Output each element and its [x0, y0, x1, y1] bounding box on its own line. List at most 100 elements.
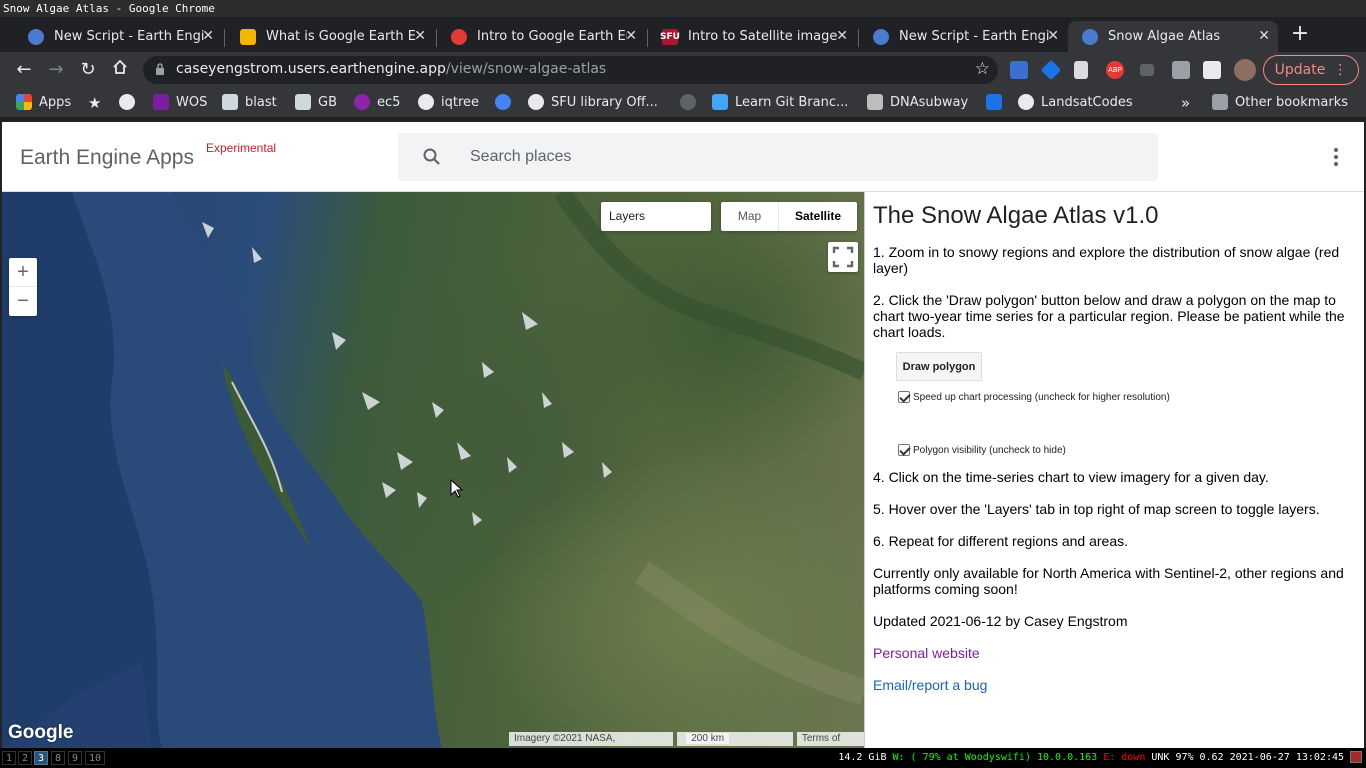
search-input[interactable]	[470, 145, 1130, 169]
earth-engine-icon	[873, 28, 889, 45]
close-icon[interactable]: ✕	[1047, 28, 1059, 44]
tray-icon[interactable]	[1350, 751, 1362, 763]
other-bookmarks[interactable]: Other bookmarks	[1212, 94, 1348, 110]
workspace-button[interactable]: 2	[18, 751, 32, 765]
scale-bar[interactable]: 200 km	[677, 732, 793, 746]
extension-icon[interactable]	[1172, 61, 1190, 79]
layers-dropdown[interactable]: Layers	[601, 202, 711, 231]
home-icon	[113, 59, 127, 74]
bookmark-globe[interactable]	[119, 94, 142, 110]
bookmarks-bar: Apps ★ WOS blast GB ec5 iqtree SFU libra…	[0, 88, 1366, 118]
bookmark-star[interactable]: ★	[88, 94, 101, 112]
speedup-checkbox[interactable]	[898, 391, 910, 403]
bookmark-wos[interactable]: WOS	[153, 94, 207, 110]
other-bookmarks-label: Other bookmarks	[1235, 94, 1349, 110]
workspace-button[interactable]: 1	[2, 751, 16, 765]
tab-snow-algae-atlas[interactable]: Snow Algae Atlas ✕	[1068, 21, 1278, 52]
terms-link[interactable]: Terms of Use	[796, 732, 864, 748]
tab-what-is-gee[interactable]: What is Google Earth Engine ✕	[226, 21, 434, 52]
forward-button[interactable]: →	[44, 58, 68, 82]
bookmark-landsatcodes[interactable]: LandsatCodes	[1018, 94, 1133, 110]
zoom-in-button[interactable]: +	[9, 258, 37, 287]
bookmark-gb[interactable]: GB	[295, 94, 337, 110]
bookmark-sfu-icon-only[interactable]	[495, 94, 518, 110]
app-header: Earth Engine Apps Experimental	[2, 122, 1364, 192]
bookmark-label: SFU library Off...	[551, 94, 658, 110]
panel-title: The Snow Algae Atlas v1.0	[873, 202, 1159, 229]
apps-grid-icon	[16, 94, 32, 110]
search-icon	[423, 148, 440, 165]
bookmark-blast[interactable]: blast	[222, 94, 277, 110]
map-type-satellite-button[interactable]: Satellite	[779, 202, 857, 231]
browser-toolbar: ← → ↻ caseyengstrom.users.earthengine.ap…	[0, 52, 1366, 88]
system-status-bar: 1 2 3 8 9 10 14.2 GiB W: ( 79% at Woodys…	[0, 748, 1366, 768]
fullscreen-button[interactable]	[828, 242, 858, 272]
map[interactable]: Layers Map Satellite + − Google Imagery …	[2, 192, 864, 748]
map-type-map-button[interactable]: Map	[721, 202, 779, 231]
tab-strip: New Script - Earth Engine ✕ What is Goog…	[0, 17, 1366, 52]
speedup-checkbox-row[interactable]: Speed up chart processing (uncheck for h…	[898, 391, 1170, 403]
bookmark-label: GB	[318, 94, 337, 110]
address-bar[interactable]: caseyengstrom.users.earthengine.app/view…	[143, 56, 998, 84]
polygon-visibility-checkbox-row[interactable]: Polygon visibility (uncheck to hide)	[898, 444, 1066, 456]
bookmark-ec5[interactable]: ec5	[354, 94, 400, 110]
bookmark-learn-git[interactable]: Learn Git Branc...	[712, 94, 848, 110]
close-icon[interactable]: ✕	[414, 28, 426, 44]
step-2-text: 2. Click the 'Draw polygon' button below…	[873, 292, 1345, 340]
tab-new-script-1[interactable]: New Script - Earth Engine ✕	[14, 21, 222, 52]
avatar[interactable]	[1234, 59, 1256, 81]
bookmark-label: LandsatCodes	[1041, 94, 1133, 110]
email-report-bug-link[interactable]: Email/report a bug	[873, 677, 987, 693]
close-icon[interactable]: ✕	[625, 28, 637, 44]
tab-label: New Script - Earth Engine	[899, 29, 1049, 44]
document-icon[interactable]	[1074, 61, 1088, 79]
bookmark-sfu-library[interactable]: SFU library Off...	[528, 94, 658, 110]
tab-label: Intro to Google Earth Engine	[477, 29, 627, 44]
tab-new-script-2[interactable]: New Script - Earth Engine ✕	[859, 21, 1067, 52]
extension-icon[interactable]	[1010, 61, 1028, 79]
new-tab-button[interactable]: +	[1288, 21, 1312, 47]
globe-icon	[1018, 94, 1034, 110]
extension-icon[interactable]	[1040, 59, 1062, 81]
scale-label: 200 km	[686, 733, 730, 744]
close-icon[interactable]: ✕	[836, 28, 848, 44]
workspace-button[interactable]: 8	[51, 751, 65, 765]
back-button[interactable]: ←	[12, 58, 36, 82]
list-icon[interactable]	[1140, 64, 1154, 76]
search-box[interactable]	[398, 133, 1158, 181]
tab-intro-gee[interactable]: Intro to Google Earth Engine ✕	[437, 21, 645, 52]
update-button[interactable]: Update ⋮	[1263, 55, 1359, 85]
datetime-status: 2021-06-27 13:02:45	[1229, 752, 1344, 763]
map-attribution: Imagery ©2021 NASA, TerraMetrics 200 km …	[505, 732, 864, 748]
wifi-status: W: ( 79% at Woodyswifi) 10.0.0.163	[892, 752, 1098, 763]
brand-title[interactable]: Earth Engine Apps	[20, 146, 194, 170]
workspace-button-active[interactable]: 3	[34, 751, 48, 765]
workspace-button[interactable]: 10	[85, 751, 105, 765]
close-icon[interactable]: ✕	[1258, 28, 1270, 44]
git-icon	[712, 94, 728, 110]
polygon-visibility-checkbox[interactable]	[898, 444, 910, 456]
bookmark-apps[interactable]: Apps	[16, 94, 71, 110]
bookmark-github[interactable]	[680, 94, 703, 110]
reload-button[interactable]: ↻	[76, 58, 100, 82]
step-6-text: 6. Repeat for different regions and area…	[873, 533, 1129, 549]
adblock-icon[interactable]: ABP	[1106, 61, 1124, 79]
map-type-control: Map Satellite	[721, 202, 857, 231]
globe-icon	[418, 94, 434, 110]
bookmarks-overflow-button[interactable]: »	[1181, 94, 1190, 112]
bookmark-iqtree[interactable]: iqtree	[418, 94, 479, 110]
bookmark-star-icon[interactable]: ☆	[975, 59, 990, 79]
sfu-badge: SFU	[660, 31, 680, 42]
bookmark-calendar[interactable]	[986, 94, 1009, 110]
home-button[interactable]	[108, 58, 132, 82]
personal-website-link[interactable]: Personal website	[873, 645, 980, 661]
draw-polygon-button[interactable]: Draw polygon	[896, 352, 982, 381]
zoom-out-button[interactable]: −	[9, 287, 37, 316]
workspace-button[interactable]: 9	[68, 751, 82, 765]
puzzle-icon[interactable]	[1203, 61, 1221, 79]
bookmark-label: iqtree	[441, 94, 480, 110]
close-icon[interactable]: ✕	[202, 28, 214, 44]
tab-intro-satellite[interactable]: SFU Intro to Satellite imagery ✕	[648, 21, 856, 52]
more-vert-icon[interactable]	[1326, 146, 1346, 168]
bookmark-dnasubway[interactable]: DNAsubway	[867, 94, 968, 110]
